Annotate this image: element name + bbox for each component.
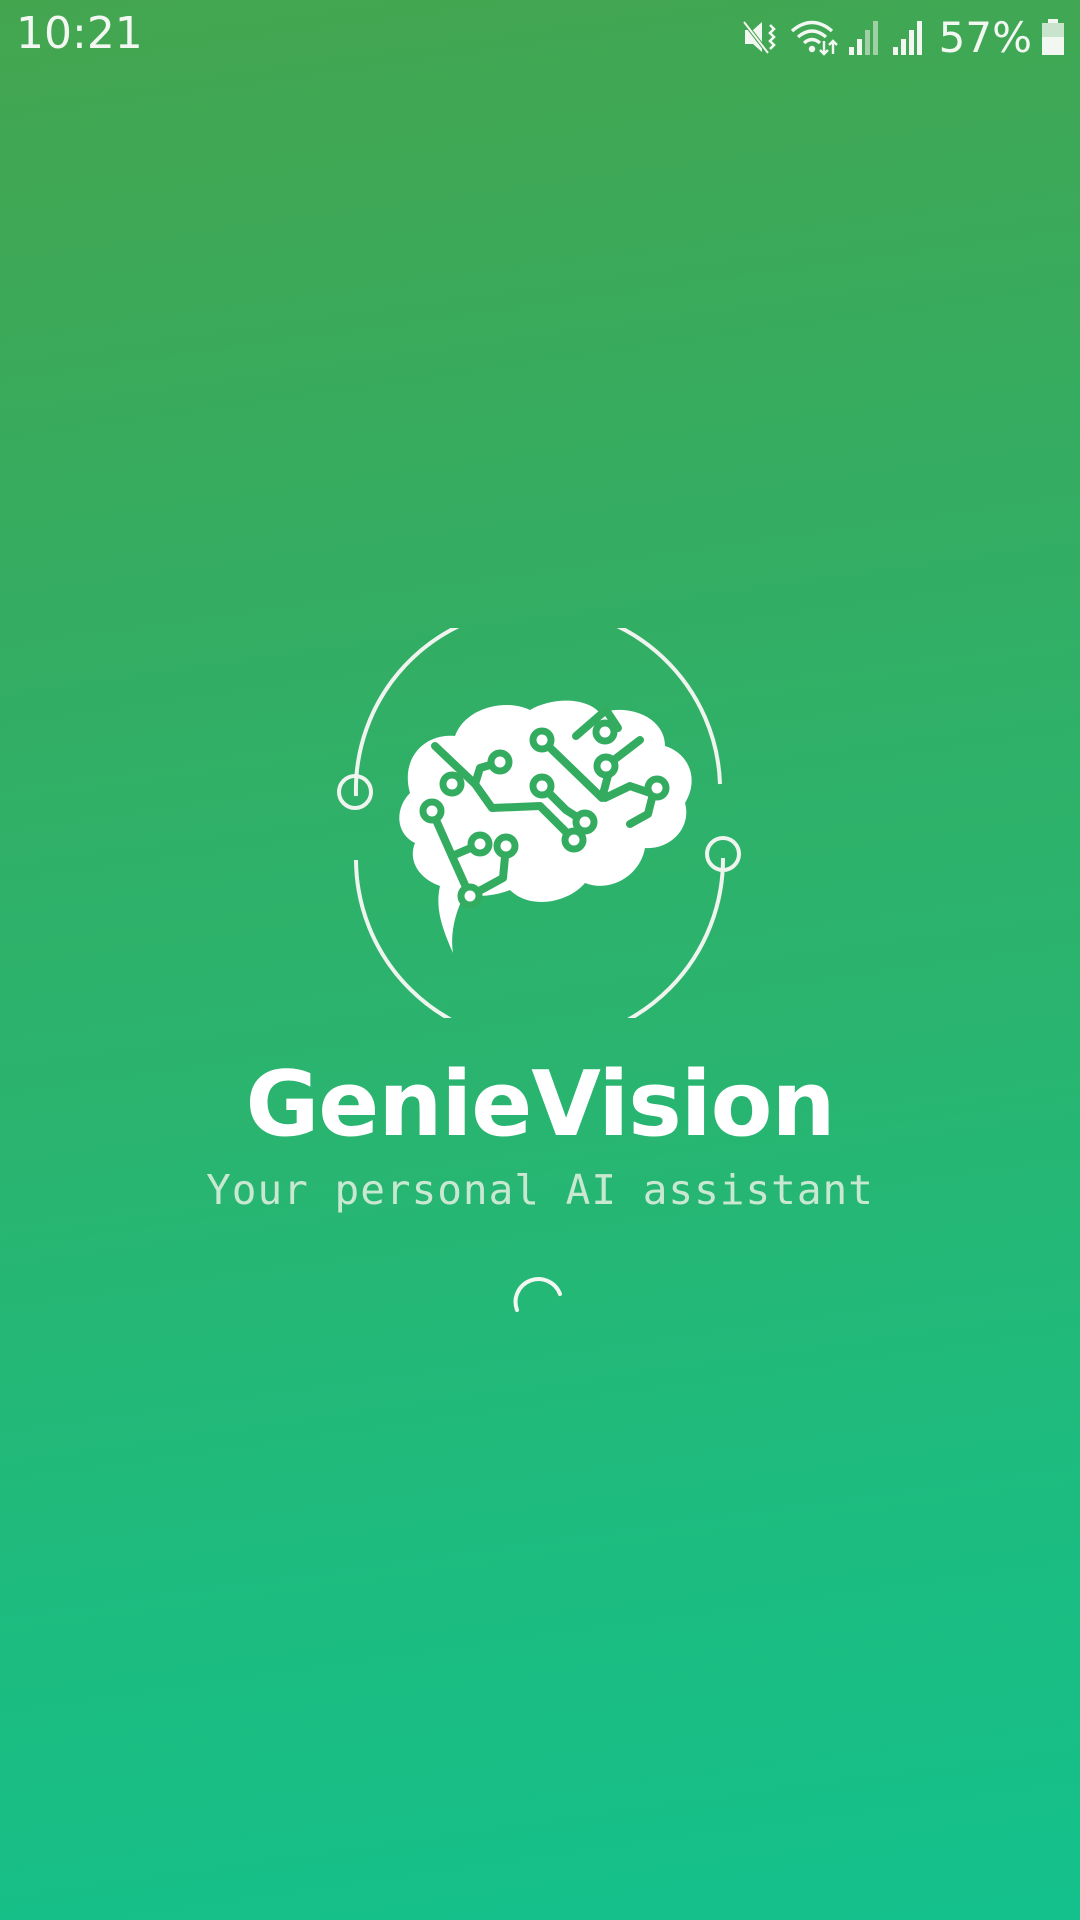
battery-percent: 57%: [938, 12, 1032, 62]
battery-icon: [1040, 17, 1066, 57]
status-time: 10:21: [16, 8, 143, 59]
status-icons: 57%: [741, 10, 1066, 64]
brain-circuit-icon: [330, 605, 750, 1045]
status-bar: 10:21 57%: [0, 0, 1080, 72]
spinner-icon: [512, 1272, 566, 1312]
wifi-icon: [789, 17, 839, 57]
signal-icon: [847, 17, 883, 57]
mute-vibrate-icon: [741, 17, 781, 57]
splash-screen: 10:21 57% GenieVision Your personal AI a…: [0, 0, 1080, 1920]
tagline: Your personal AI assistant: [206, 1166, 874, 1214]
app-name: GenieVision: [245, 1052, 835, 1157]
signal-icon: [891, 17, 927, 57]
